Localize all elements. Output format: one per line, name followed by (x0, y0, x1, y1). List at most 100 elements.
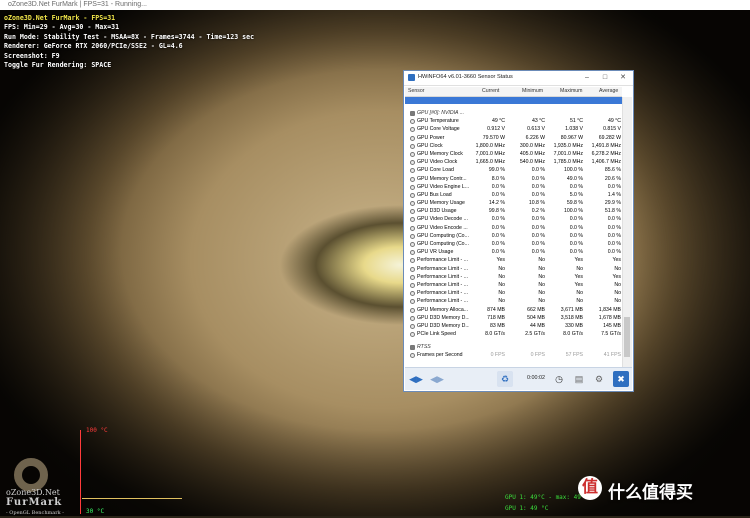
value-maximum: 80.967 W (560, 134, 583, 141)
value-minimum: 405.0 MHz (519, 150, 545, 157)
value-maximum: 8.0 GT/s (563, 331, 583, 338)
sensor-name: GPU Memory Contr... (417, 175, 467, 182)
col-average[interactable]: Average (599, 88, 618, 94)
table-row[interactable]: GPU Video Decode ... 0.0 % 0.0 % 0.0 % 0.0 % (405, 215, 622, 223)
table-row[interactable]: Frames per Second 0 FPS 0 FPS 57 FPS 41 … (405, 351, 622, 359)
value-maximum: No (576, 298, 583, 305)
value-average: 0.0 % (607, 249, 621, 256)
value-minimum: 2.5 GT/s (525, 331, 545, 338)
table-row[interactable]: GPU D3D Memory D... 83 MB 44 MB 330 MB 145 M… (405, 322, 622, 330)
sensor-table-body[interactable]: GPU [#0]: NVIDIA ... GPU Temperature 49 °… (405, 97, 622, 367)
sensor-group-gpu[interactable]: GPU [#0]: NVIDIA ... (405, 109, 622, 117)
sensor-icon (410, 242, 415, 247)
sensor-name: Performance Limit - ... (417, 298, 469, 305)
vertical-scrollbar[interactable] (622, 97, 632, 367)
table-row[interactable]: GPU Computing (Co... 0.0 % 0.0 % 0.0 % 0.0 % (405, 240, 622, 248)
value-maximum: Yes (574, 257, 583, 264)
col-minimum[interactable]: Minimum (522, 88, 543, 94)
settings-icon[interactable]: ⚙ (591, 371, 607, 387)
sensor-icon (410, 127, 415, 133)
elapsed-time: 0:00:02 (527, 375, 545, 381)
value-minimum: 662 MB (527, 306, 545, 313)
table-row[interactable]: GPU Video Encode ... 0.0 % 0.0 % 0.0 % 0.0 % (405, 224, 622, 232)
value-minimum: No (538, 298, 545, 305)
table-row[interactable]: GPU Video Engine L... 0.0 % 0.0 % 0.0 % 0.0 … (405, 183, 622, 191)
table-row[interactable]: GPU Memory Alloca... 874 MB 662 MB 3,671 MB… (405, 306, 622, 314)
close-button[interactable]: ✕ (614, 72, 632, 83)
table-row[interactable]: GPU D3D Usage 99.8 % 0.2 % 100.0 % 51.8 % (405, 207, 622, 215)
table-row[interactable]: Performance Limit - ... No No Yes Yes (405, 273, 622, 281)
sensor-name: Performance Limit - ... (417, 257, 469, 264)
value-maximum: 100.0 % (563, 208, 583, 215)
table-row[interactable]: Performance Limit - ... No No No No (405, 289, 622, 297)
col-maximum[interactable]: Maximum (560, 88, 582, 94)
value-minimum: 300.0 MHz (519, 142, 545, 149)
sensor-name: GPU Core Load (417, 167, 454, 174)
value-current: 0.0 % (491, 183, 505, 190)
sensor-name: PCIe Link Speed (417, 331, 456, 338)
value-maximum: 0.0 % (569, 249, 583, 256)
sensor-icon (410, 135, 415, 141)
value-maximum: 1,785.0 MHz (553, 159, 583, 166)
sensor-name: Performance Limit - ... (417, 265, 469, 272)
maximize-button[interactable]: □ (596, 72, 614, 83)
table-row[interactable]: GPU D3D Memory D... 718 MB 504 MB 3,518 MB 1… (405, 314, 622, 322)
nav-right-icon[interactable]: ◀▶ (429, 371, 445, 387)
sensor-icon (410, 332, 415, 338)
value-maximum: No (576, 265, 583, 272)
nav-left-icon[interactable]: ◀▶ (408, 371, 424, 387)
table-row[interactable]: GPU Temperature 49 °C 43 °C 51 °C 49 °C (405, 117, 622, 125)
col-current[interactable]: Current (482, 88, 499, 94)
table-row[interactable]: Performance Limit - ... Yes No Yes Yes (405, 256, 622, 264)
minimize-button[interactable]: – (578, 72, 596, 83)
table-row[interactable]: PCIe Link Speed 8.0 GT/s 2.5 GT/s 8.0 GT/s 7… (405, 330, 622, 338)
sensor-icon (410, 266, 415, 272)
table-row[interactable]: GPU Core Load 99.0 % 0.0 % 100.0 % 85.6 % (405, 166, 622, 174)
value-minimum: 6.226 W (525, 134, 545, 141)
hwinfo-titlebar[interactable]: HWiNFO64 v6.01-3660 Sensor Status – □ ✕ (404, 71, 633, 86)
value-current: 83 MB (490, 322, 505, 329)
close-sensors-icon[interactable]: ✖ (613, 371, 629, 387)
table-row[interactable]: GPU Memory Usage 14.2 % 10.8 % 59.8 % 29.9 % (405, 199, 622, 207)
table-row[interactable]: GPU Clock 1,800.0 MHz 300.0 MHz 1,935.0 MHz… (405, 142, 622, 150)
value-average: No (614, 290, 621, 297)
temp-min-label: 30 °C (86, 508, 105, 515)
table-row[interactable]: Performance Limit - ... No No No No (405, 297, 622, 305)
value-minimum: 0.0 % (531, 232, 545, 239)
table-row[interactable]: GPU Computing (Co... 0.0 % 0.0 % 0.0 % 0.0 % (405, 232, 622, 240)
table-row[interactable]: GPU Memory Contr... 8.0 % 0.0 % 49.0 % 20.6 … (405, 175, 622, 183)
table-row[interactable]: GPU Bus Load 0.0 % 0.0 % 5.0 % 1.4 % (405, 191, 622, 199)
network-icon[interactable]: ♻ (497, 371, 513, 387)
sensor-name: Performance Limit - ... (417, 281, 469, 288)
group-label: RTSS (417, 344, 431, 351)
sensor-name: GPU D3D Memory D... (417, 322, 469, 329)
value-average: 0.0 % (607, 216, 621, 223)
value-minimum: 0.0 % (531, 175, 545, 182)
scrollbar-thumb[interactable] (624, 317, 630, 357)
value-average: 1.4 % (607, 191, 621, 198)
table-row[interactable]: Performance Limit - ... No No No No (405, 265, 622, 273)
table-row[interactable]: Performance Limit - ... No No Yes No (405, 281, 622, 289)
col-sensor[interactable]: Sensor (408, 88, 424, 94)
value-current: 0.0 % (491, 216, 505, 223)
hwinfo-sensor-window[interactable]: HWiNFO64 v6.01-3660 Sensor Status – □ ✕ … (403, 70, 634, 392)
value-average: 0.0 % (607, 224, 621, 231)
table-row[interactable]: GPU VR Usage 0.0 % 0.0 % 0.0 % 0.0 % (405, 248, 622, 256)
table-row[interactable]: GPU Memory Clock 7,001.0 MHz 405.0 MHz 7,00… (405, 150, 622, 158)
selected-row[interactable] (405, 97, 622, 104)
table-row[interactable]: GPU Video Clock 1,665.0 MHz 540.0 MHz 1,785… (405, 158, 622, 166)
value-average: 0.0 % (607, 183, 621, 190)
sensor-group-rtss[interactable]: RTSS (405, 343, 622, 351)
value-current: No (498, 265, 505, 272)
sensor-icon (410, 250, 415, 256)
value-minimum: 0.0 % (531, 241, 545, 247)
graph-gpu-temp-line: GPU 1: 49°C - max: 49°C (505, 494, 589, 501)
value-average: 29.9 % (604, 200, 621, 207)
sensor-name: Performance Limit - ... (417, 273, 469, 280)
value-current: 79.570 W (482, 134, 505, 141)
table-row[interactable]: GPU Core Voltage 0.912 V 0.613 V 1.038 V 0.8… (405, 125, 622, 133)
table-row[interactable]: GPU Power 79.570 W 6.226 W 80.967 W 69.282 W (405, 134, 622, 142)
sensor-name: GPU Video Decode ... (417, 216, 468, 223)
report-icon[interactable]: ▤ (571, 371, 587, 387)
clock-icon[interactable]: ◷ (551, 371, 567, 387)
